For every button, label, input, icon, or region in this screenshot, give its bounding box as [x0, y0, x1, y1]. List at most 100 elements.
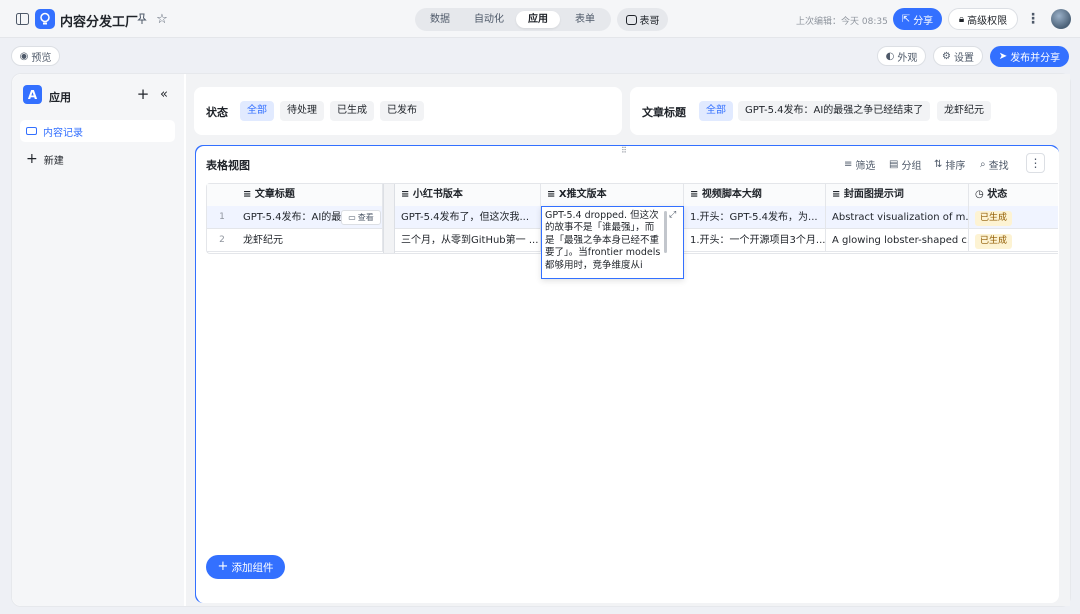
send-icon: ➤: [998, 51, 1008, 62]
assistant-icon: [625, 14, 637, 25]
publish-share-label: 发布并分享: [1010, 53, 1061, 64]
cell-title[interactable]: 龙虾纪元: [237, 229, 383, 252]
avatar[interactable]: [1051, 9, 1071, 29]
sidebar-title: 应用: [49, 91, 71, 104]
sort-tool[interactable]: ⇅ 排序: [934, 157, 965, 172]
column-header-status[interactable]: ◷ 状态: [969, 184, 1058, 206]
share-label: 分享: [913, 15, 934, 27]
title-filter-label: 文章标题: [642, 106, 686, 119]
gear-icon: ⚙: [942, 50, 951, 62]
row-index: 2: [207, 229, 237, 252]
filter-icon: ≡: [844, 159, 853, 170]
cell-cover[interactable]: A glowing lobster-shaped c...: [826, 229, 969, 252]
status-filter-label: 状态: [206, 106, 228, 119]
active-cell-editor[interactable]: GPT-5.4 dropped. 但这次的故事不是「谁最强」，而是「最强之争本身…: [541, 206, 684, 279]
settings-button[interactable]: ⚙ 设置: [933, 46, 983, 66]
column-header-video-label: 视频脚本大纲: [701, 189, 762, 200]
table-view-title: 表格视图: [206, 159, 250, 172]
app-icon: A: [23, 85, 42, 104]
cell-xhs[interactable]: 三个月，从零到GitHub第一 ...: [395, 229, 541, 252]
tab-form[interactable]: 表单: [563, 11, 607, 28]
advanced-permission-button[interactable]: 🔒︎ 高级权限: [948, 8, 1018, 30]
cell-video[interactable]: 1.开头：一个开源项目3个月...: [684, 229, 826, 252]
tab-data[interactable]: 数据: [418, 11, 462, 28]
sidebar-new-button[interactable]: + 新建: [20, 148, 175, 170]
cell-xhs[interactable]: GPT-5.4发布了，但这次我...: [395, 206, 541, 229]
search-icon: ⌕: [980, 159, 986, 170]
status-chip-all[interactable]: 全部: [240, 101, 274, 121]
status-field-icon: ◷: [975, 189, 984, 200]
column-header-xhs-label: 小红书版本: [412, 189, 463, 200]
video-icon: [26, 127, 37, 135]
column-header-cover[interactable]: ≡ 封面图提示词: [826, 184, 969, 206]
palette-icon: ◐: [885, 50, 895, 62]
tab-automation[interactable]: 自动化: [464, 11, 514, 28]
sidebar-toggle-icon[interactable]: [14, 12, 30, 26]
text-field-icon: ≡: [243, 189, 252, 200]
column-header-xhs[interactable]: ≡ 小红书版本: [395, 184, 541, 206]
sidebar-new-label: 新建: [43, 155, 64, 167]
star-icon[interactable]: ☆: [155, 12, 169, 27]
status-chip-generated[interactable]: 已生成: [330, 101, 374, 121]
column-header-title-label: 文章标题: [254, 189, 295, 200]
cell-title-text: GPT-5.4发布：AI的最: [243, 212, 342, 223]
assistant-button[interactable]: 表哥: [617, 8, 668, 31]
add-icon[interactable]: +: [136, 85, 150, 103]
status-chip-published[interactable]: 已发布: [380, 101, 424, 121]
more-vertical-icon[interactable]: ⋮: [1026, 11, 1040, 27]
title-chip-gpt[interactable]: GPT-5.4发布：AI的最强之争已经结束了: [738, 101, 931, 121]
appearance-button[interactable]: ◐ 外观: [877, 46, 926, 66]
add-component-button[interactable]: + 添加组件: [206, 555, 285, 579]
group-tool-label: 分组: [901, 161, 922, 172]
filter-tool-label: 筛选: [855, 161, 876, 172]
expand-cell-icon[interactable]: ⤢: [669, 210, 676, 220]
assistant-label: 表哥: [639, 16, 660, 27]
preview-button[interactable]: ◉ 预览: [11, 46, 60, 66]
expand-icon: ▭: [348, 213, 356, 222]
publish-share-button[interactable]: ➤ 发布并分享: [990, 46, 1069, 67]
cell-status[interactable]: 已生成: [969, 229, 1058, 252]
filter-tool[interactable]: ≡ 筛选: [844, 157, 875, 172]
share-button[interactable]: ⇱ 分享: [893, 8, 942, 30]
expand-record-button[interactable]: ▭ 查看: [341, 210, 381, 225]
sort-icon: ⇅: [934, 159, 943, 170]
lock-icon: 🔒︎: [958, 13, 965, 25]
collapse-icon[interactable]: «: [157, 86, 171, 102]
tab-app[interactable]: 应用: [516, 11, 560, 28]
pin-icon[interactable]: [135, 12, 149, 26]
eye-icon: ◉: [19, 50, 29, 62]
column-header-x-post[interactable]: ≡ X推文版本: [541, 184, 684, 206]
group-tool[interactable]: ▤ 分组: [889, 157, 921, 172]
status-badge: 已生成: [975, 234, 1013, 249]
add-component-label: 添加组件: [231, 561, 274, 574]
active-cell-text: GPT-5.4 dropped. 但这次的故事不是「谁最强」，而是「最强之争本身…: [545, 210, 661, 271]
cell-scrollbar[interactable]: [664, 211, 667, 253]
column-header-cover-label: 封面图提示词: [843, 189, 904, 200]
row-index: 1: [207, 206, 237, 229]
table-more-icon[interactable]: ⋮: [1026, 153, 1045, 173]
app-logo-icon: [35, 9, 55, 29]
cell-status[interactable]: 已生成: [969, 206, 1058, 229]
appearance-label: 外观: [897, 52, 918, 64]
column-header-title[interactable]: ≡ 文章标题: [237, 184, 383, 206]
app-title: 内容分发工厂: [60, 15, 139, 30]
column-header-x-post-label: X推文版本: [558, 189, 607, 200]
expand-record-label: 查看: [357, 213, 374, 222]
sidebar-item-content-records[interactable]: 内容记录: [20, 120, 175, 142]
cell-cover[interactable]: Abstract visualization of m...: [826, 206, 969, 229]
plus-icon: +: [26, 151, 38, 167]
cell-video[interactable]: 1.开头：GPT-5.4发布，为...: [684, 206, 826, 229]
column-header-status-label: 状态: [987, 189, 1008, 200]
frozen-divider[interactable]: [383, 184, 395, 253]
status-chip-pending[interactable]: 待处理: [280, 101, 324, 121]
search-tool[interactable]: ⌕ 查找: [980, 157, 1009, 172]
column-header-video[interactable]: ≡ 视频脚本大纲: [684, 184, 826, 206]
title-chip-all[interactable]: 全部: [699, 101, 733, 121]
text-field-icon: ≡: [690, 189, 699, 200]
title-chip-lobster[interactable]: 龙虾纪元: [937, 101, 991, 121]
drag-handle-icon[interactable]: ⠿: [621, 146, 627, 155]
plus-icon: +: [217, 559, 229, 574]
text-field-icon: ≡: [832, 189, 841, 200]
preview-label: 预览: [31, 52, 52, 64]
sort-tool-label: 排序: [945, 161, 966, 172]
